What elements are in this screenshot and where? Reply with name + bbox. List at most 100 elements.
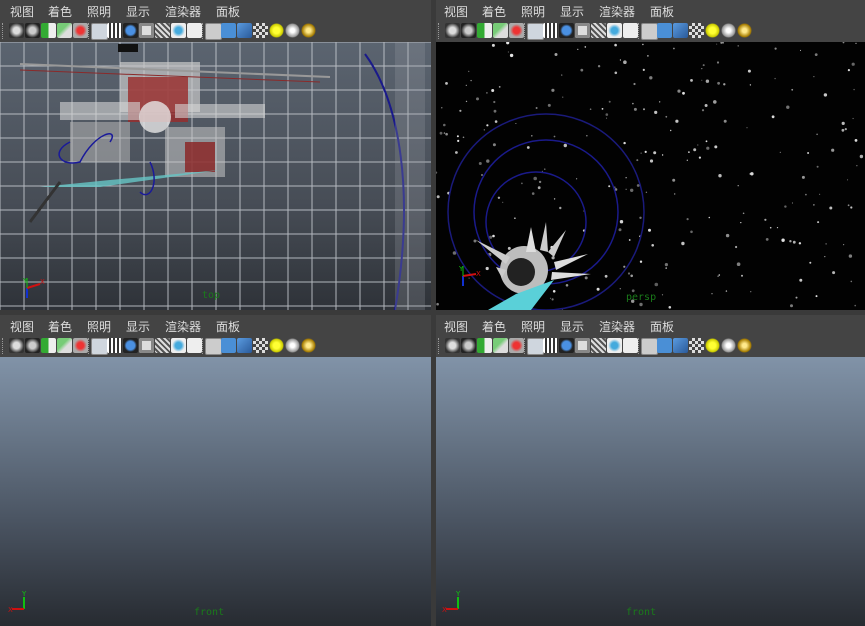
film-gate-icon[interactable] (107, 338, 122, 353)
safe-title-icon[interactable] (607, 338, 622, 353)
menu-lighting[interactable]: 照明 (87, 3, 111, 20)
menu-show[interactable]: 显示 (126, 3, 150, 20)
menu-panels[interactable]: 面板 (216, 318, 240, 335)
viewport-persp[interactable]: persp Y X (436, 42, 865, 310)
menu-show[interactable]: 显示 (560, 318, 584, 335)
texture-icon[interactable] (689, 23, 704, 38)
toolbar-grip[interactable] (2, 338, 5, 354)
menu-show[interactable]: 显示 (126, 318, 150, 335)
menu-lighting[interactable]: 照明 (521, 3, 545, 20)
camera-attributes-icon[interactable] (25, 23, 40, 38)
safe-title-icon[interactable] (607, 23, 622, 38)
safe-action-icon[interactable] (575, 23, 590, 38)
all-lights-icon[interactable] (721, 338, 736, 353)
menu-lighting[interactable]: 照明 (521, 318, 545, 335)
menu-renderer[interactable]: 渲染器 (165, 3, 201, 20)
wireframe-icon[interactable] (527, 23, 544, 40)
all-lights-icon[interactable] (721, 23, 736, 38)
grid-snap-icon[interactable] (73, 23, 88, 38)
image-plane-icon[interactable] (57, 338, 72, 353)
wireframe-on-shaded-icon[interactable] (237, 23, 252, 38)
text-icon[interactable] (187, 23, 202, 38)
texture-icon[interactable] (253, 23, 268, 38)
safe-action-icon[interactable] (575, 338, 590, 353)
wireframe-shading-icon[interactable] (205, 23, 222, 40)
resolution-gate-icon[interactable] (123, 338, 138, 353)
default-lighting-icon[interactable] (269, 338, 284, 353)
default-lighting-icon[interactable] (705, 338, 720, 353)
menu-renderer[interactable]: 渲染器 (165, 318, 201, 335)
image-plane-icon[interactable] (57, 23, 72, 38)
wireframe-on-shaded-icon[interactable] (673, 23, 688, 38)
toolbar-grip[interactable] (438, 23, 441, 39)
text-icon[interactable] (187, 338, 202, 353)
texture-icon[interactable] (253, 338, 268, 353)
menu-view[interactable]: 视图 (444, 318, 468, 335)
wireframe-shading-icon[interactable] (205, 338, 222, 355)
camera-attributes-icon[interactable] (461, 23, 476, 38)
viewport-top[interactable]: top Y X (0, 42, 431, 310)
resolution-gate-icon[interactable] (559, 338, 574, 353)
shadows-icon[interactable] (301, 338, 316, 353)
wireframe-icon[interactable] (527, 338, 544, 355)
menu-shading[interactable]: 着色 (48, 3, 72, 20)
camera-icon[interactable] (445, 23, 460, 38)
grid-snap-icon[interactable] (73, 338, 88, 353)
menu-shading[interactable]: 着色 (48, 318, 72, 335)
safe-title-icon[interactable] (171, 338, 186, 353)
menu-shading[interactable]: 着色 (482, 3, 506, 20)
menu-view[interactable]: 视图 (444, 3, 468, 20)
safe-action-icon[interactable] (139, 23, 154, 38)
camera-attributes-icon[interactable] (461, 338, 476, 353)
safe-title-icon[interactable] (171, 23, 186, 38)
field-chart-icon[interactable] (155, 23, 170, 38)
default-lighting-icon[interactable] (705, 23, 720, 38)
wireframe-shading-icon[interactable] (641, 338, 658, 355)
image-plane-icon[interactable] (493, 23, 508, 38)
camera-icon[interactable] (445, 338, 460, 353)
text-icon[interactable] (623, 23, 638, 38)
film-gate-icon[interactable] (107, 23, 122, 38)
camera-icon[interactable] (9, 23, 24, 38)
menu-shading[interactable]: 着色 (482, 318, 506, 335)
wireframe-shading-icon[interactable] (641, 23, 658, 40)
bookmark-icon[interactable] (477, 338, 492, 353)
image-plane-icon[interactable] (493, 338, 508, 353)
menu-panels[interactable]: 面板 (216, 3, 240, 20)
menu-renderer[interactable]: 渲染器 (599, 3, 635, 20)
smooth-shading-icon[interactable] (657, 23, 672, 38)
smooth-shading-icon[interactable] (221, 338, 236, 353)
wireframe-on-shaded-icon[interactable] (237, 338, 252, 353)
bookmark-icon[interactable] (41, 338, 56, 353)
wireframe-icon[interactable] (91, 338, 108, 355)
menu-panels[interactable]: 面板 (650, 3, 674, 20)
menu-panels[interactable]: 面板 (650, 318, 674, 335)
toolbar-grip[interactable] (438, 338, 441, 354)
shadows-icon[interactable] (301, 23, 316, 38)
all-lights-icon[interactable] (285, 338, 300, 353)
viewport-front[interactable]: front Y X (0, 357, 431, 626)
wireframe-icon[interactable] (91, 23, 108, 40)
menu-renderer[interactable]: 渲染器 (599, 318, 635, 335)
menu-show[interactable]: 显示 (560, 3, 584, 20)
film-gate-icon[interactable] (543, 23, 558, 38)
texture-icon[interactable] (689, 338, 704, 353)
field-chart-icon[interactable] (155, 338, 170, 353)
shadows-icon[interactable] (737, 338, 752, 353)
menu-view[interactable]: 视图 (10, 318, 34, 335)
menu-lighting[interactable]: 照明 (87, 318, 111, 335)
smooth-shading-icon[interactable] (221, 23, 236, 38)
grid-snap-icon[interactable] (509, 23, 524, 38)
text-icon[interactable] (623, 338, 638, 353)
safe-action-icon[interactable] (139, 338, 154, 353)
viewport-front[interactable]: front Y X (436, 357, 865, 626)
grid-snap-icon[interactable] (509, 338, 524, 353)
toolbar-grip[interactable] (2, 23, 5, 39)
camera-attributes-icon[interactable] (25, 338, 40, 353)
film-gate-icon[interactable] (543, 338, 558, 353)
bookmark-icon[interactable] (41, 23, 56, 38)
resolution-gate-icon[interactable] (123, 23, 138, 38)
wireframe-on-shaded-icon[interactable] (673, 338, 688, 353)
resolution-gate-icon[interactable] (559, 23, 574, 38)
menu-view[interactable]: 视图 (10, 3, 34, 20)
